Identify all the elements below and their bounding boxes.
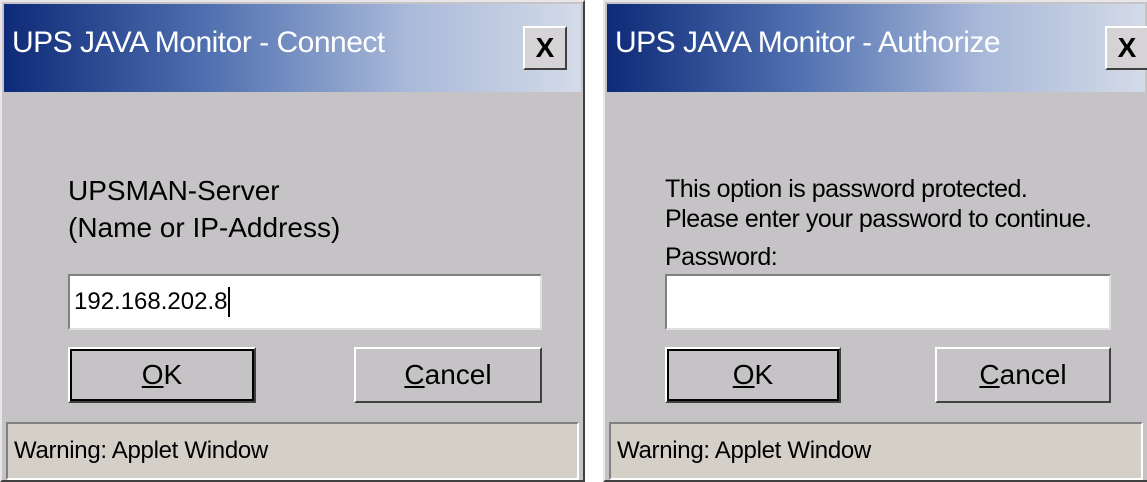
authorize-status-bar: Warning: Applet Window: [609, 422, 1143, 480]
text-caret: [228, 287, 231, 317]
ok-mnemonic: O: [141, 359, 164, 390]
server-address-value: 192.168.202.8: [74, 288, 228, 315]
password-input[interactable]: [665, 274, 1111, 330]
server-address-input[interactable]: 192.168.202.8: [68, 274, 542, 330]
cancel-mnemonic: C: [404, 359, 425, 390]
cancel-mnemonic: C: [979, 359, 1000, 390]
connect-status-bar: Warning: Applet Window: [6, 422, 579, 480]
ok-label-rest: K: [754, 359, 774, 390]
cancel-label-rest: ancel: [424, 359, 492, 390]
authorize-ok-button[interactable]: OK: [665, 347, 841, 403]
ok-label-rest: K: [163, 359, 183, 390]
connect-cancel-button[interactable]: Cancel: [354, 347, 542, 403]
connect-dialog: UPS JAVA Monitor - Connect X UPSMAN-Serv…: [0, 0, 585, 482]
authorize-title-bar[interactable]: UPS JAVA Monitor - Authorize X: [607, 4, 1147, 92]
connect-dialog-title: UPS JAVA Monitor - Connect: [12, 26, 385, 59]
server-label-line1: UPSMAN-Server: [68, 175, 280, 206]
connect-title-bar[interactable]: UPS JAVA Monitor - Connect X: [4, 4, 581, 92]
ok-mnemonic: O: [732, 359, 755, 390]
authorize-dialog: UPS JAVA Monitor - Authorize X This opti…: [603, 0, 1147, 482]
close-icon: X: [1117, 32, 1137, 63]
server-label-line2: (Name or IP-Address): [68, 212, 341, 243]
password-message-line1: This option is password protected.: [665, 175, 1028, 203]
authorize-cancel-button[interactable]: Cancel: [935, 347, 1111, 403]
password-label: Password:: [665, 243, 778, 271]
cancel-label-rest: ancel: [999, 359, 1067, 390]
authorize-close-button[interactable]: X: [1105, 26, 1147, 70]
password-message-line2: Please enter your password to continue.: [665, 205, 1092, 233]
connect-ok-button[interactable]: OK: [68, 347, 256, 403]
close-icon: X: [535, 32, 555, 63]
authorize-dialog-title: UPS JAVA Monitor - Authorize: [615, 26, 1001, 59]
connect-close-button[interactable]: X: [523, 26, 567, 70]
